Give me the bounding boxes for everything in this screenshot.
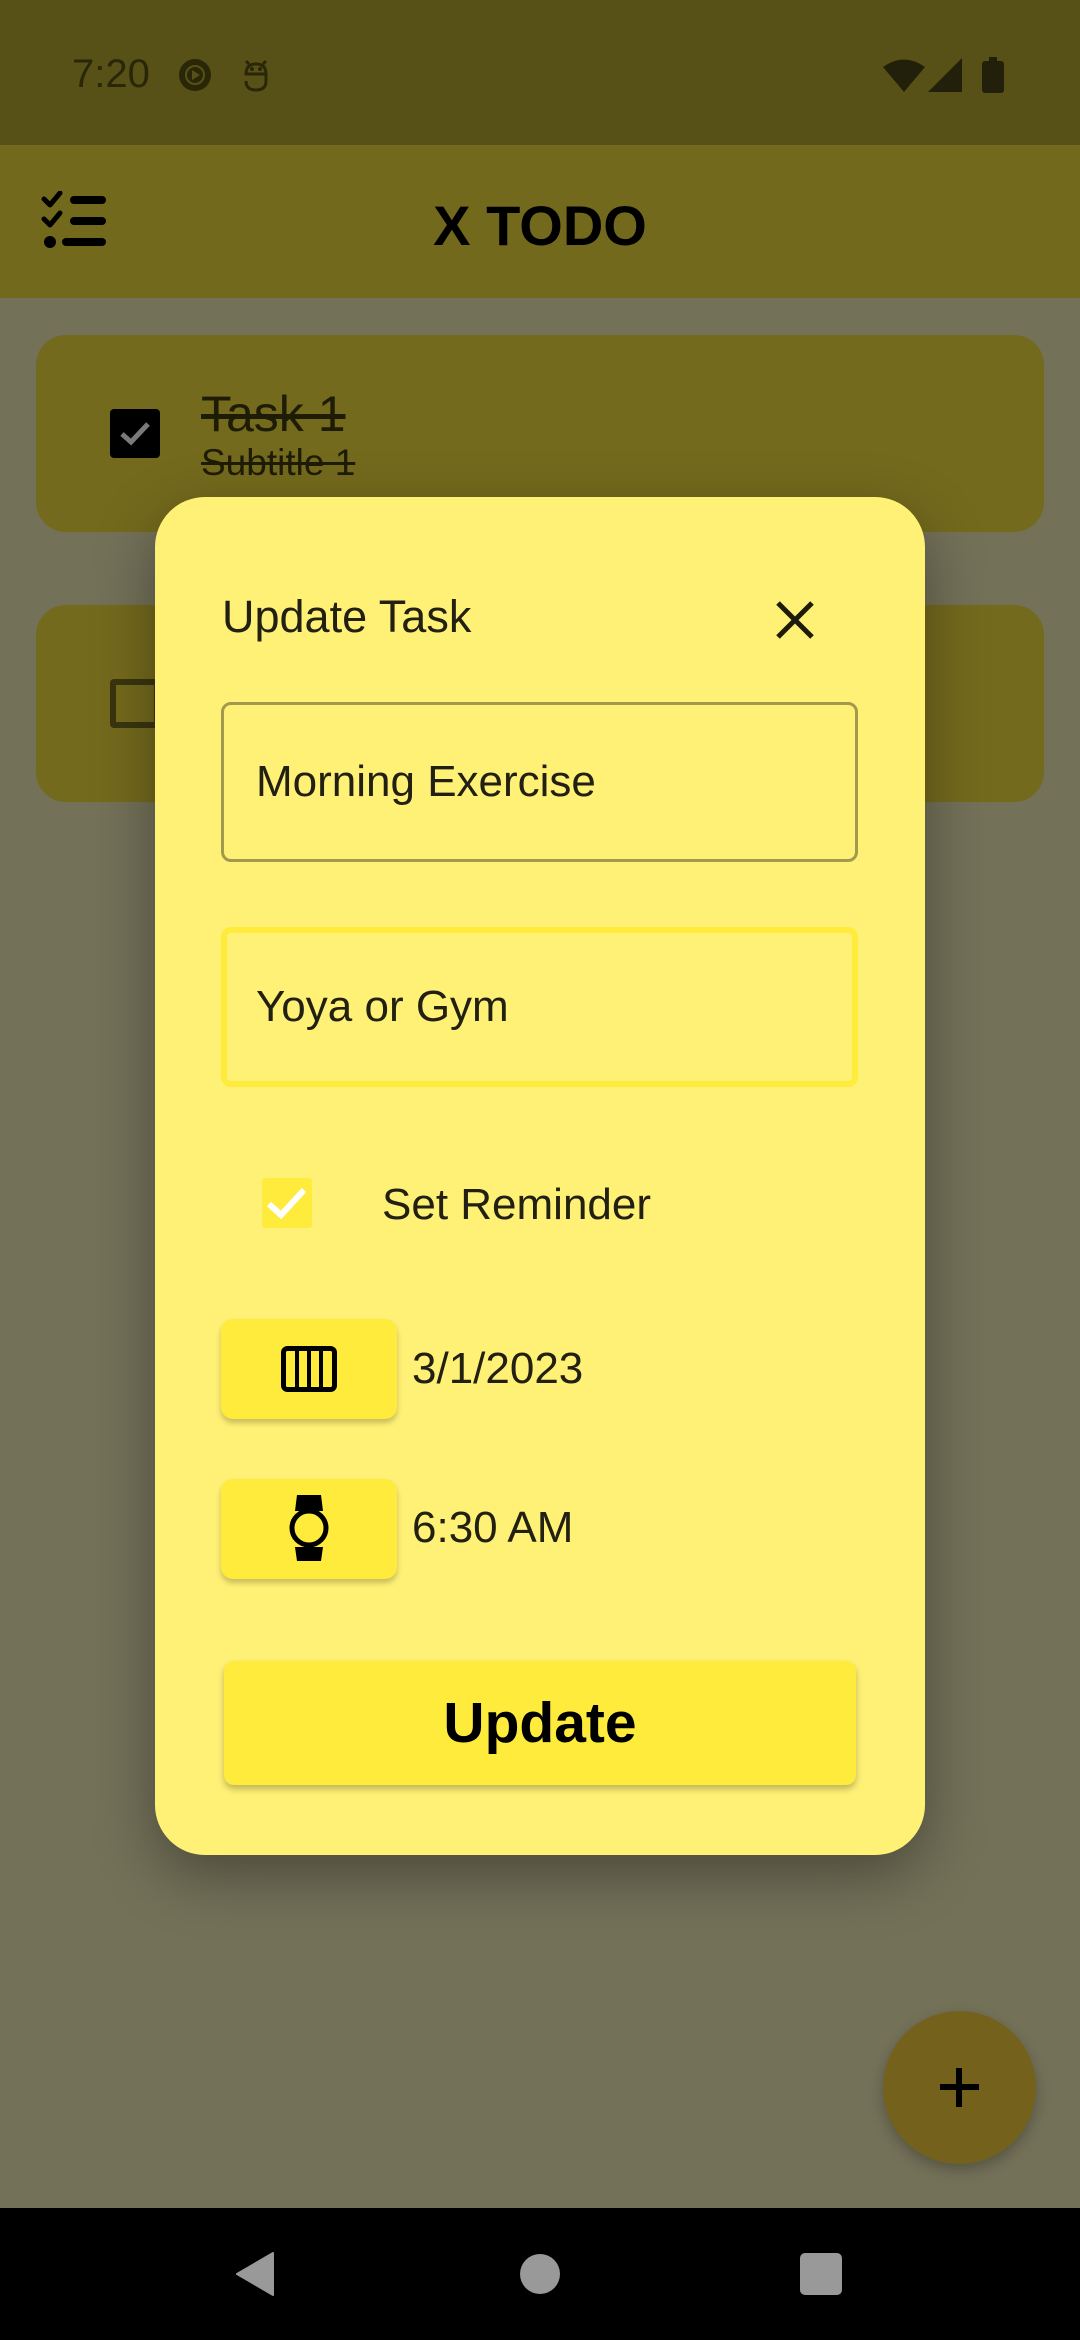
status-time: 7:20 — [72, 52, 150, 96]
check-icon — [266, 1187, 307, 1220]
task-done-checkbox[interactable] — [110, 409, 160, 458]
wifi-icon — [883, 58, 925, 97]
selected-date: 3/1/2023 — [412, 1344, 584, 1393]
back-icon — [236, 2252, 274, 2296]
reminder-checkbox[interactable] — [262, 1178, 312, 1228]
android-debug-icon — [242, 57, 270, 98]
add-icon — [940, 2068, 979, 2107]
nav-recents-button[interactable] — [741, 2208, 901, 2340]
task-title-field[interactable] — [221, 702, 858, 862]
home-icon — [520, 2254, 560, 2294]
battery-icon — [982, 57, 1004, 98]
date-picker-button[interactable] — [221, 1319, 397, 1419]
task-done-checkbox[interactable] — [110, 679, 160, 728]
cellular-signal-icon — [928, 58, 962, 97]
selected-time: 6:30 AM — [412, 1503, 574, 1552]
watch-icon — [289, 1495, 329, 1561]
app-bar: X TODO — [0, 145, 1080, 298]
close-button[interactable] — [750, 575, 840, 665]
media-play-icon — [178, 58, 212, 97]
task-title: Task 1 — [201, 386, 346, 442]
nav-home-button[interactable] — [460, 2208, 620, 2340]
reminder-label: Set Reminder — [382, 1180, 652, 1229]
add-task-button[interactable] — [883, 2011, 1036, 2164]
task-title-input[interactable] — [256, 757, 816, 807]
task-subtitle-input[interactable] — [256, 982, 816, 1032]
status-bar: 7:20 — [0, 0, 1080, 145]
nav-back-button[interactable] — [175, 2208, 335, 2340]
reminder-row[interactable]: Set Reminder — [262, 1178, 822, 1229]
task-subtitle-field[interactable] — [221, 927, 858, 1087]
calendar-icon — [281, 1346, 337, 1392]
time-picker-button[interactable] — [221, 1479, 397, 1579]
task-subtitle: Subtitle 1 — [201, 442, 356, 483]
recents-icon — [800, 2253, 842, 2295]
update-button[interactable]: Update — [224, 1661, 856, 1785]
app-title: X TODO — [433, 194, 647, 257]
update-task-dialog: Update Task Set Reminder 3/1/2023 6:30 A… — [155, 497, 925, 1855]
dialog-title: Update Task — [222, 591, 472, 642]
close-icon — [776, 601, 814, 639]
system-nav-bar — [0, 2208, 1080, 2340]
